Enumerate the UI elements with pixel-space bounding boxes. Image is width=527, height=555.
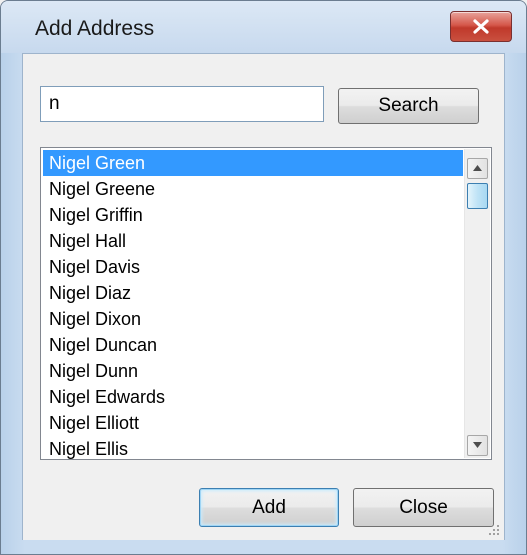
search-input[interactable] — [40, 86, 324, 122]
resize-grip-icon[interactable] — [488, 524, 500, 536]
search-button-label: Search — [378, 95, 439, 116]
window-title: Add Address — [35, 17, 155, 40]
list-item[interactable]: Nigel Greene — [43, 176, 463, 202]
scroll-up-button[interactable] — [467, 158, 488, 179]
list-item[interactable]: Nigel Davis — [43, 254, 463, 280]
list-item[interactable]: Nigel Elliott — [43, 410, 463, 436]
close-button[interactable]: Close — [353, 488, 494, 527]
title-bar[interactable]: Add Address — [1, 1, 526, 53]
chevron-up-icon — [473, 165, 482, 171]
add-button-label: Add — [252, 496, 286, 518]
close-x-icon — [473, 19, 489, 34]
list-item[interactable]: Nigel Edwards — [43, 384, 463, 410]
list-item[interactable]: Nigel Green — [43, 150, 463, 176]
list-item[interactable]: Nigel Duncan — [43, 332, 463, 358]
list-item[interactable]: Nigel Dixon — [43, 306, 463, 332]
list-item[interactable]: Nigel Diaz — [43, 280, 463, 306]
address-listbox[interactable]: Nigel Green Nigel Greene Nigel Griffin Nige… — [40, 147, 492, 460]
list-item[interactable]: Nigel Dunn — [43, 358, 463, 384]
list-item[interactable]: Nigel Griffin — [43, 202, 463, 228]
search-button[interactable]: Search — [338, 88, 479, 124]
window-close-button[interactable] — [450, 11, 512, 42]
scroll-thumb[interactable] — [467, 183, 488, 209]
scroll-down-button[interactable] — [467, 435, 488, 456]
add-button[interactable]: Add — [199, 488, 339, 527]
list-item[interactable]: Nigel Ellis — [43, 436, 463, 459]
chevron-down-icon — [473, 442, 482, 448]
list-item[interactable]: Nigel Hall — [43, 228, 463, 254]
dialog-body: Search Nigel GreenNigel GreeneNigel Grif… — [22, 53, 505, 540]
vertical-scrollbar[interactable] — [464, 149, 490, 458]
address-list: Nigel Green Nigel Greene Nigel Griffin Nige… — [43, 150, 463, 459]
add-address-dialog: Add Address Search Nigel GreenNigel Gree… — [0, 0, 527, 555]
close-button-label: Close — [399, 496, 448, 518]
